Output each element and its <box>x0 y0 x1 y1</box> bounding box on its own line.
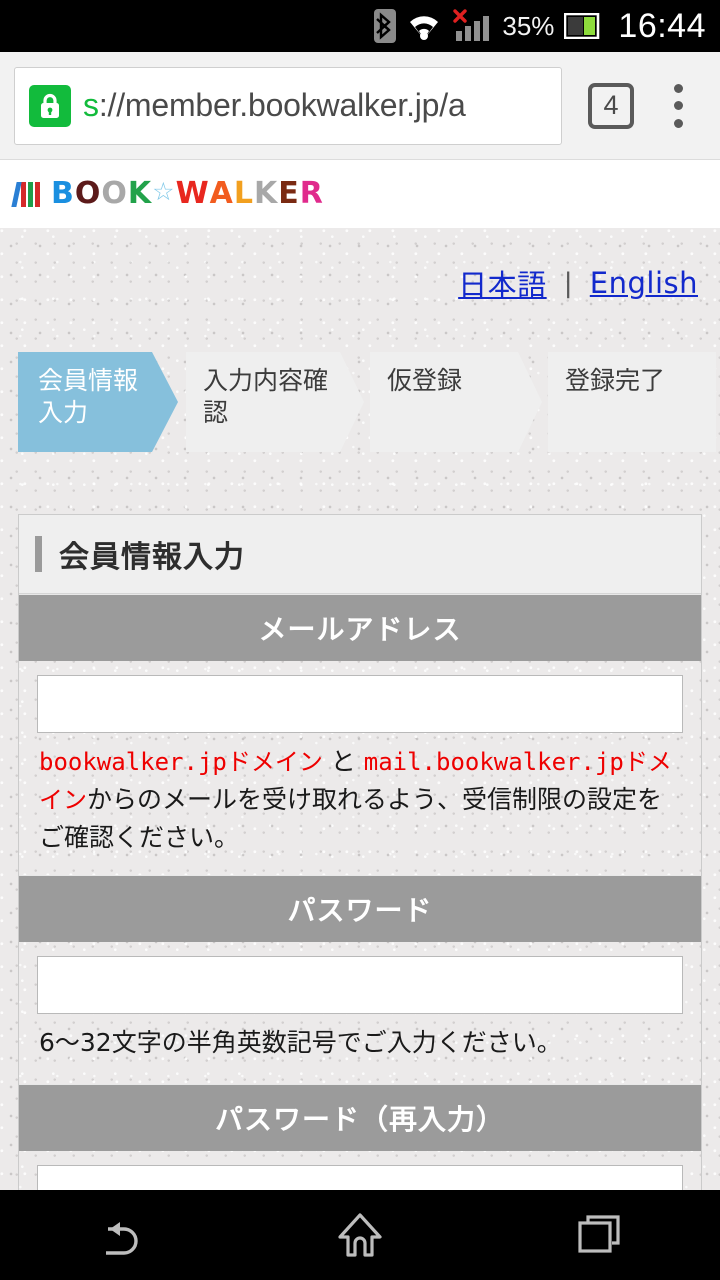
email-hint-domain-1: bookwalker.jpドメイン <box>39 748 323 776</box>
language-switcher: 日本語 | English <box>0 228 720 304</box>
field-header-email: メールアドレス <box>19 594 701 661</box>
step-label: 登録完了 <box>565 366 666 395</box>
kebab-dot <box>673 83 683 93</box>
android-status-bar: 35% 16:44 <box>0 0 720 52</box>
page-content: 日本語 | English 会員情報入力 入力内容確認 仮登録 登録完了 会員情… <box>0 228 720 1190</box>
step-label: 会員情報入力 <box>38 366 139 427</box>
recents-icon[interactable] <box>540 1190 660 1280</box>
bookwalker-logo[interactable]: B O O K ☆ W A L K E R <box>11 176 324 211</box>
step-item-3: 仮登録 <box>370 352 542 452</box>
registration-step-indicator: 会員情報入力 入力内容確認 仮登録 登録完了 <box>18 352 716 452</box>
language-link-japanese[interactable]: 日本語 <box>458 262 547 304</box>
step-item-1: 会員情報入力 <box>18 352 178 452</box>
back-icon[interactable] <box>60 1190 180 1280</box>
kebab-menu-icon[interactable] <box>660 80 696 132</box>
battery-percent-label: 35% <box>502 10 555 41</box>
logo-wordmark: B O O K ☆ W A L K E R <box>51 176 324 211</box>
home-icon[interactable] <box>300 1190 420 1280</box>
email-hint-tail: からのメールを受け取れるよう、受信制限の設定をご確認ください。 <box>39 785 663 852</box>
language-link-english[interactable]: English <box>590 266 698 300</box>
form-card-title: 会員情報入力 <box>19 515 701 594</box>
field-body-password-confirm <box>19 1151 701 1190</box>
title-accent-bar <box>35 536 42 572</box>
member-info-form: 会員情報入力 メールアドレス bookwalker.jpドメイン と mail.… <box>18 514 702 1190</box>
logo-books-icon <box>11 181 40 207</box>
status-clock: 16:44 <box>618 6 706 45</box>
battery-icon <box>564 13 600 39</box>
field-header-password-confirm: パスワード（再入力） <box>19 1084 701 1151</box>
kebab-dot <box>673 118 683 128</box>
password-hint-text: 6〜32文字の半角英数記号でご入力ください。 <box>39 1028 562 1057</box>
step-label: 入力内容確認 <box>203 366 329 427</box>
field-body-email: bookwalker.jpドメイン と mail.bookwalker.jpドメ… <box>19 661 701 875</box>
web-page-viewport: B O O K ☆ W A L K E R 日本語 | English 会員情報入力 入力内容確認 <box>0 160 720 1190</box>
tab-switcher-button[interactable]: 4 <box>588 82 634 129</box>
email-hint-text: bookwalker.jpドメイン と mail.bookwalker.jpドメ… <box>37 733 683 863</box>
wifi-icon <box>406 11 442 41</box>
email-hint-conjunction: と <box>322 747 364 776</box>
lock-icon[interactable] <box>29 84 71 127</box>
url-text: s://member.bookwalker.jp/a <box>83 87 466 124</box>
password-confirm-input[interactable] <box>37 1165 683 1190</box>
password-input[interactable] <box>37 956 683 1014</box>
phone-screen: 35% 16:44 s://member.bookwalker.jp/a 4 B… <box>0 0 720 1280</box>
step-item-2: 入力内容確認 <box>186 352 364 452</box>
url-scheme-fragment: s <box>83 87 99 123</box>
language-separator: | <box>563 267 573 299</box>
mobile-signal-icon <box>452 9 492 43</box>
url-host-path: ://member.bookwalker.jp/a <box>98 87 466 123</box>
bluetooth-icon <box>374 9 397 43</box>
field-header-password: パスワード <box>19 875 701 942</box>
android-nav-bar <box>0 1190 720 1280</box>
site-header: B O O K ☆ W A L K E R <box>0 160 720 228</box>
email-input[interactable] <box>37 675 683 733</box>
browser-toolbar: s://member.bookwalker.jp/a 4 <box>0 52 720 160</box>
url-bar[interactable]: s://member.bookwalker.jp/a <box>14 66 562 145</box>
page-title: 会員情報入力 <box>59 540 245 575</box>
step-item-4: 登録完了 <box>548 352 716 452</box>
kebab-dot <box>673 101 683 110</box>
field-body-password: 6〜32文字の半角英数記号でご入力ください。 <box>19 942 701 1084</box>
step-label: 仮登録 <box>387 366 463 395</box>
